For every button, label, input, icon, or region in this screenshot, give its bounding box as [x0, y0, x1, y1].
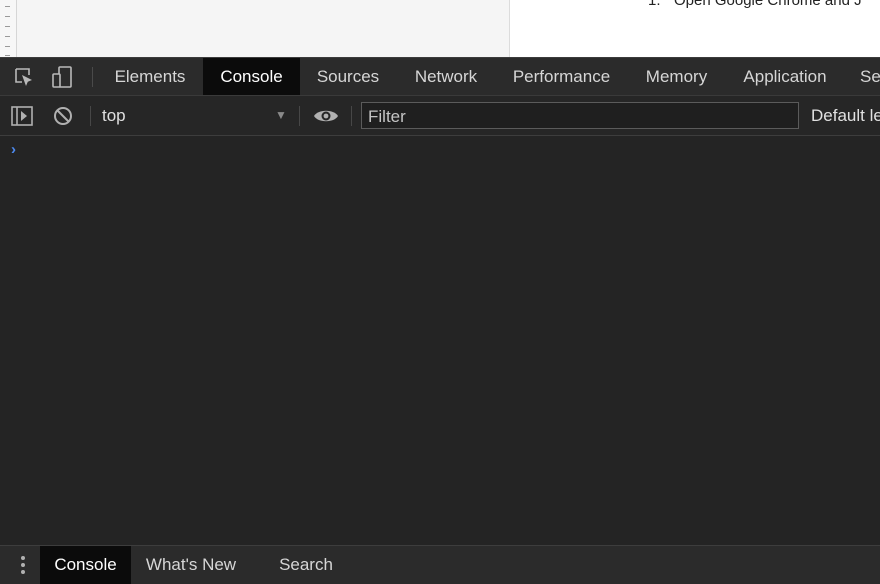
filter-input[interactable]: [361, 102, 799, 129]
toolbar-divider: [90, 106, 91, 126]
context-selector[interactable]: top: [102, 106, 126, 126]
toolbar-divider: [299, 106, 300, 126]
tab-application[interactable]: Application: [726, 58, 844, 95]
inspected-page-preview: 1. Open Google Chrome and J: [0, 0, 880, 57]
drawer-tab-search[interactable]: Search: [262, 546, 350, 584]
log-levels-dropdown[interactable]: Default le: [811, 106, 880, 126]
drawer-tab-console[interactable]: Console: [40, 546, 131, 584]
chevron-down-icon[interactable]: ▼: [275, 108, 287, 122]
page-left-column: [17, 0, 510, 57]
step-number: 1.: [648, 0, 661, 9]
tab-performance[interactable]: Performance: [496, 58, 627, 95]
toolbar-divider: [92, 67, 93, 87]
kebab-menu-icon[interactable]: [12, 546, 34, 584]
show-sidebar-icon[interactable]: [6, 96, 38, 135]
console-toolbar: top ▼ Default le: [0, 96, 880, 136]
console-output[interactable]: ›: [0, 136, 880, 545]
tab-memory[interactable]: Memory: [627, 58, 726, 95]
device-toolbar-icon[interactable]: [46, 58, 78, 95]
instruction-step: 1. Open Google Chrome and J: [648, 0, 862, 9]
tab-sources[interactable]: Sources: [300, 58, 396, 95]
live-expression-eye-icon[interactable]: [310, 96, 342, 135]
page-ruler: [0, 0, 17, 57]
console-prompt-icon[interactable]: ›: [11, 141, 16, 158]
tab-network[interactable]: Network: [396, 58, 496, 95]
clear-console-icon[interactable]: [48, 96, 78, 135]
tab-security[interactable]: Se: [860, 58, 880, 95]
drawer-tab-bar: Console What's New Search: [0, 545, 880, 584]
step-text: Open Google Chrome and J: [674, 0, 862, 9]
tab-console[interactable]: Console: [203, 58, 300, 95]
inspect-element-icon[interactable]: [8, 58, 40, 95]
drawer-tab-whats-new[interactable]: What's New: [131, 546, 251, 584]
tab-elements[interactable]: Elements: [102, 58, 198, 95]
devtools-tab-bar: Elements Console Sources Network Perform…: [0, 57, 880, 96]
toolbar-divider: [351, 106, 352, 126]
